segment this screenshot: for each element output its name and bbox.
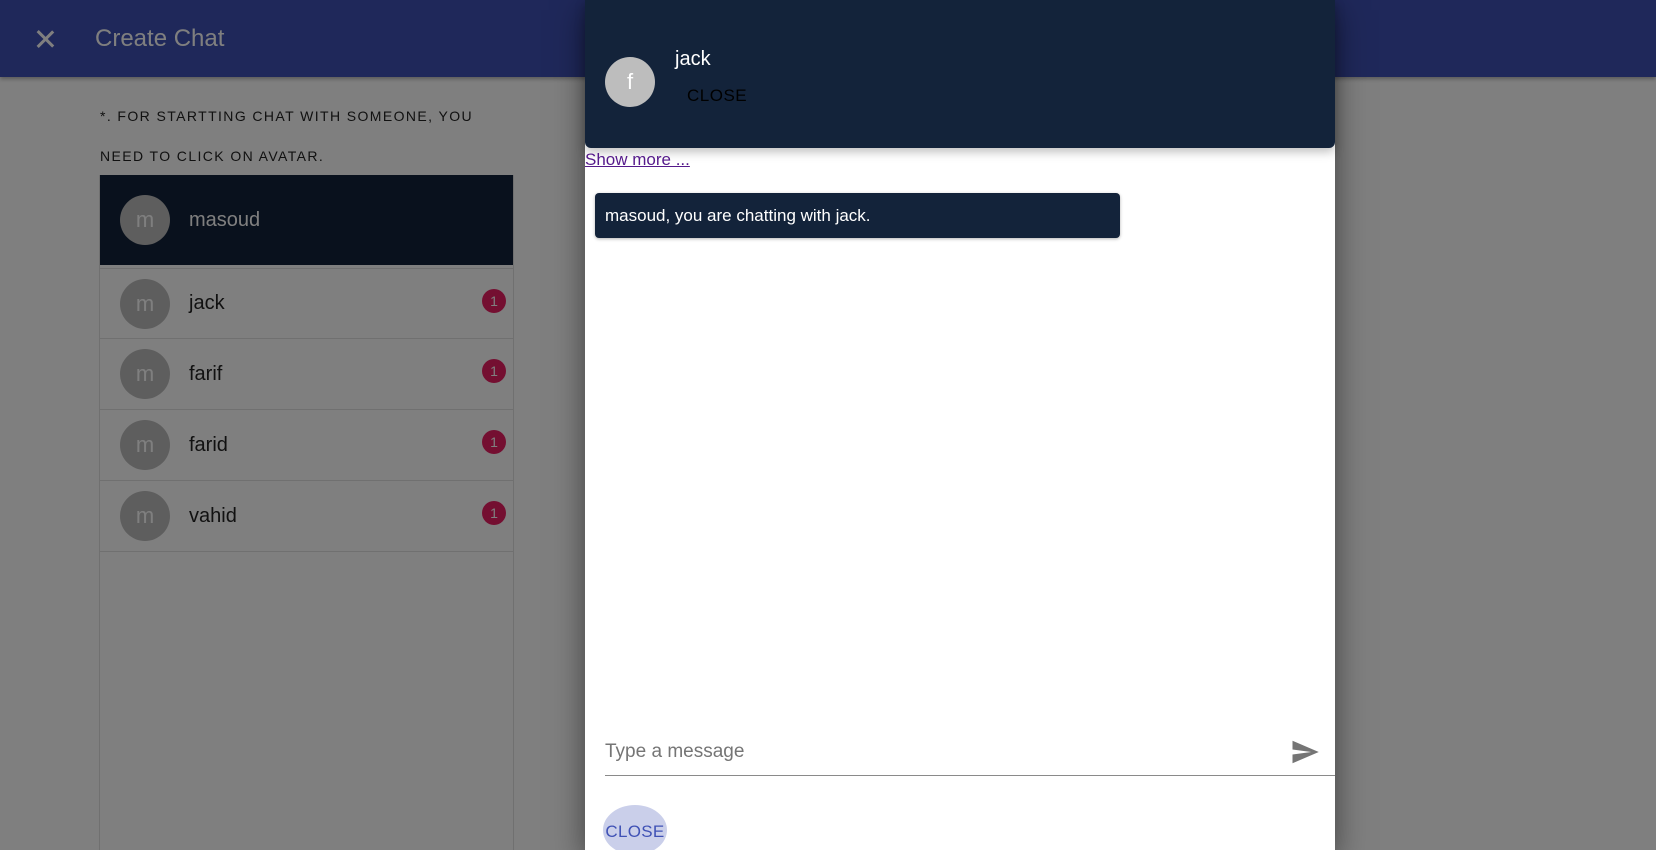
message-input[interactable] xyxy=(605,740,1290,763)
show-more-link[interactable]: Show more ... xyxy=(585,150,690,170)
system-message: masoud, you are chatting with jack. xyxy=(595,193,1120,238)
close-button[interactable]: CLOSE xyxy=(603,805,667,850)
send-icon[interactable] xyxy=(1290,737,1320,767)
avatar: f xyxy=(605,57,655,107)
chat-header: f jack CLOSE xyxy=(585,0,1335,148)
message-composer xyxy=(605,728,1335,776)
header-close-button[interactable]: CLOSE xyxy=(687,86,747,106)
chat-dialog: f jack CLOSE Show more ... masoud, you a… xyxy=(585,0,1335,850)
chat-contact-name: jack xyxy=(675,48,711,70)
